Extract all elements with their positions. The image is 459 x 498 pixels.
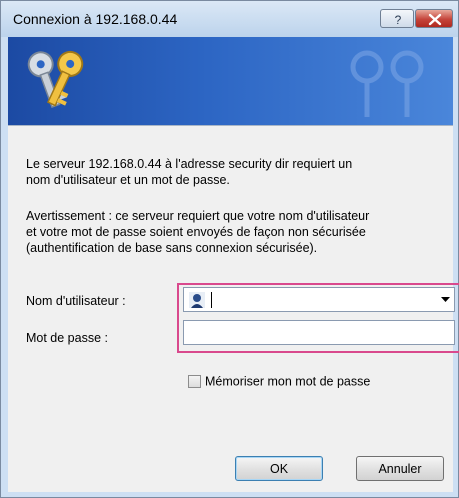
username-label: Nom d'utilisateur : [26, 294, 126, 308]
banner [8, 37, 453, 125]
password-label: Mot de passe : [26, 331, 108, 345]
server-message: Le serveur 192.168.0.44 à l'adresse secu… [26, 156, 456, 188]
server-message-line: nom d'utilisateur et un mot de passe. [26, 173, 230, 187]
password-field[interactable] [183, 320, 455, 345]
close-icon [428, 13, 442, 26]
dialog-content: Le serveur 192.168.0.44 à l'adresse secu… [8, 125, 459, 492]
help-icon: ? [395, 13, 402, 27]
remember-password-option[interactable]: Mémoriser mon mot de passe [188, 374, 370, 389]
keys-icon [27, 50, 84, 108]
username-combobox[interactable] [183, 287, 455, 312]
keys-watermark-icon [350, 50, 424, 117]
chevron-down-icon[interactable] [441, 297, 450, 303]
remember-password-checkbox[interactable] [188, 375, 201, 389]
warning-message-line: (authentification de base sans connexion… [26, 241, 318, 255]
ok-button[interactable]: OK [235, 456, 323, 481]
cancel-button[interactable]: Annuler [356, 456, 444, 481]
login-dialog: Connexion à 192.168.0.44 ? Le serveur 19… [0, 0, 459, 498]
warning-message-line: et votre mot de passe soient envoyés de … [26, 225, 366, 239]
warning-message-line: Avertissement : ce serveur requiert que … [26, 209, 370, 223]
svg-text:?: ? [395, 13, 402, 27]
help-button[interactable]: ? [380, 9, 414, 28]
server-message-line: Le serveur 192.168.0.44 à l'adresse secu… [26, 157, 353, 171]
title-bar: Connexion à 192.168.0.44 ? [1, 1, 458, 37]
text-cursor [211, 292, 212, 308]
warning-message: Avertissement : ce serveur requiert que … [26, 208, 456, 256]
user-icon [189, 292, 205, 308]
window-title: Connexion à 192.168.0.44 [13, 11, 178, 27]
remember-password-label: Mémoriser mon mot de passe [205, 374, 371, 389]
close-button[interactable] [415, 9, 453, 28]
